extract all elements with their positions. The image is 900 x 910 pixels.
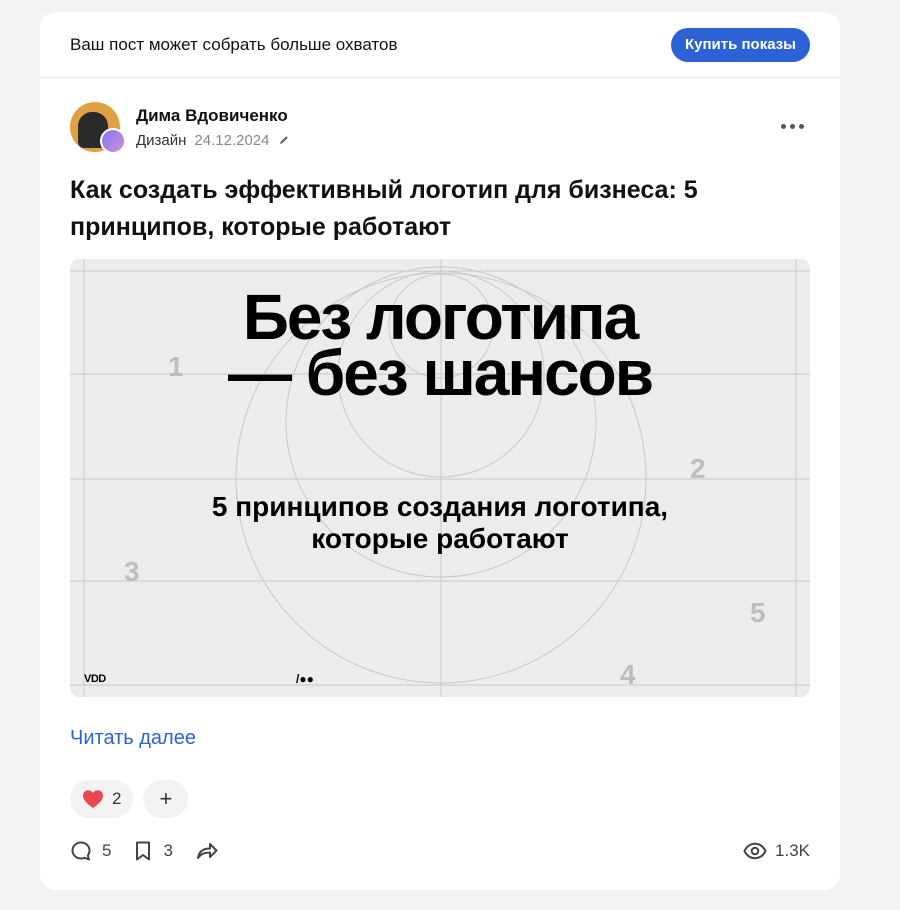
pencil-icon[interactable]	[278, 134, 290, 146]
cover-number-2: 2	[690, 453, 706, 484]
plus-icon: +	[159, 786, 173, 811]
share-button[interactable]	[195, 840, 229, 862]
cover-logo-mark: /●●	[296, 672, 314, 686]
reactions-bar: 2 +	[70, 780, 189, 818]
more-icon[interactable]	[781, 124, 804, 129]
bookmark-count: 3	[163, 841, 173, 860]
cover-number-1: 1	[168, 351, 184, 382]
author-block: Дима Вдовиченко Дизайн 24.12.2024	[70, 102, 290, 154]
read-more-link[interactable]: Читать далее	[70, 727, 196, 750]
post-stats: 5 3 1.3K	[70, 840, 810, 862]
cover-number-5: 5	[750, 597, 766, 628]
bookmark-icon	[136, 841, 151, 861]
cover-subtitle-line-1: 5 принципов создания логотипа,	[211, 491, 669, 522]
add-reaction-button[interactable]: +	[143, 780, 189, 818]
avatar-badge-icon	[100, 128, 126, 154]
comment-icon	[71, 841, 91, 861]
like-count: 2	[112, 789, 122, 808]
post-date: 24.12.2024	[194, 131, 270, 149]
avatar[interactable]	[70, 102, 126, 154]
cover-brand-logo: VDD	[84, 673, 106, 685]
cover-number-4: 4	[620, 659, 636, 690]
heart-icon	[83, 790, 103, 808]
share-icon	[196, 843, 218, 859]
bookmark-button[interactable]: 3	[133, 840, 173, 862]
buy-impressions-button[interactable]: Купить показы	[670, 27, 810, 62]
post-cover-image[interactable]: Без логотипа — без шансов 5 принципов со…	[70, 259, 810, 697]
post-card: Ваш пост может собрать больше охватов Ку…	[40, 12, 840, 890]
author-name[interactable]: Дима Вдовиченко	[136, 106, 290, 126]
promo-bar: Ваш пост может собрать больше охватов Ку…	[40, 12, 840, 78]
cover-subtitle-line-2: которые работают	[311, 523, 569, 554]
views-counter: 1.3K	[743, 841, 810, 861]
author-sub: Дизайн 24.12.2024	[136, 132, 290, 149]
like-button[interactable]: 2	[70, 780, 134, 818]
promo-text: Ваш пост может собрать больше охватов	[70, 34, 398, 54]
eye-icon	[743, 842, 767, 860]
comment-count: 5	[102, 841, 112, 860]
cover-number-3: 3	[124, 556, 140, 587]
comments-button[interactable]: 5	[70, 840, 111, 862]
cover-headline: Без логотипа — без шансов	[70, 285, 810, 405]
author-meta: Дима Вдовиченко Дизайн 24.12.2024	[136, 106, 290, 149]
post-title[interactable]: Как создать эффективный логотип для бизн…	[70, 172, 790, 246]
post-category[interactable]: Дизайн	[136, 132, 186, 149]
views-count: 1.3K	[775, 841, 810, 860]
cover-subtitle: 5 принципов создания логотипа, которые р…	[70, 491, 810, 555]
